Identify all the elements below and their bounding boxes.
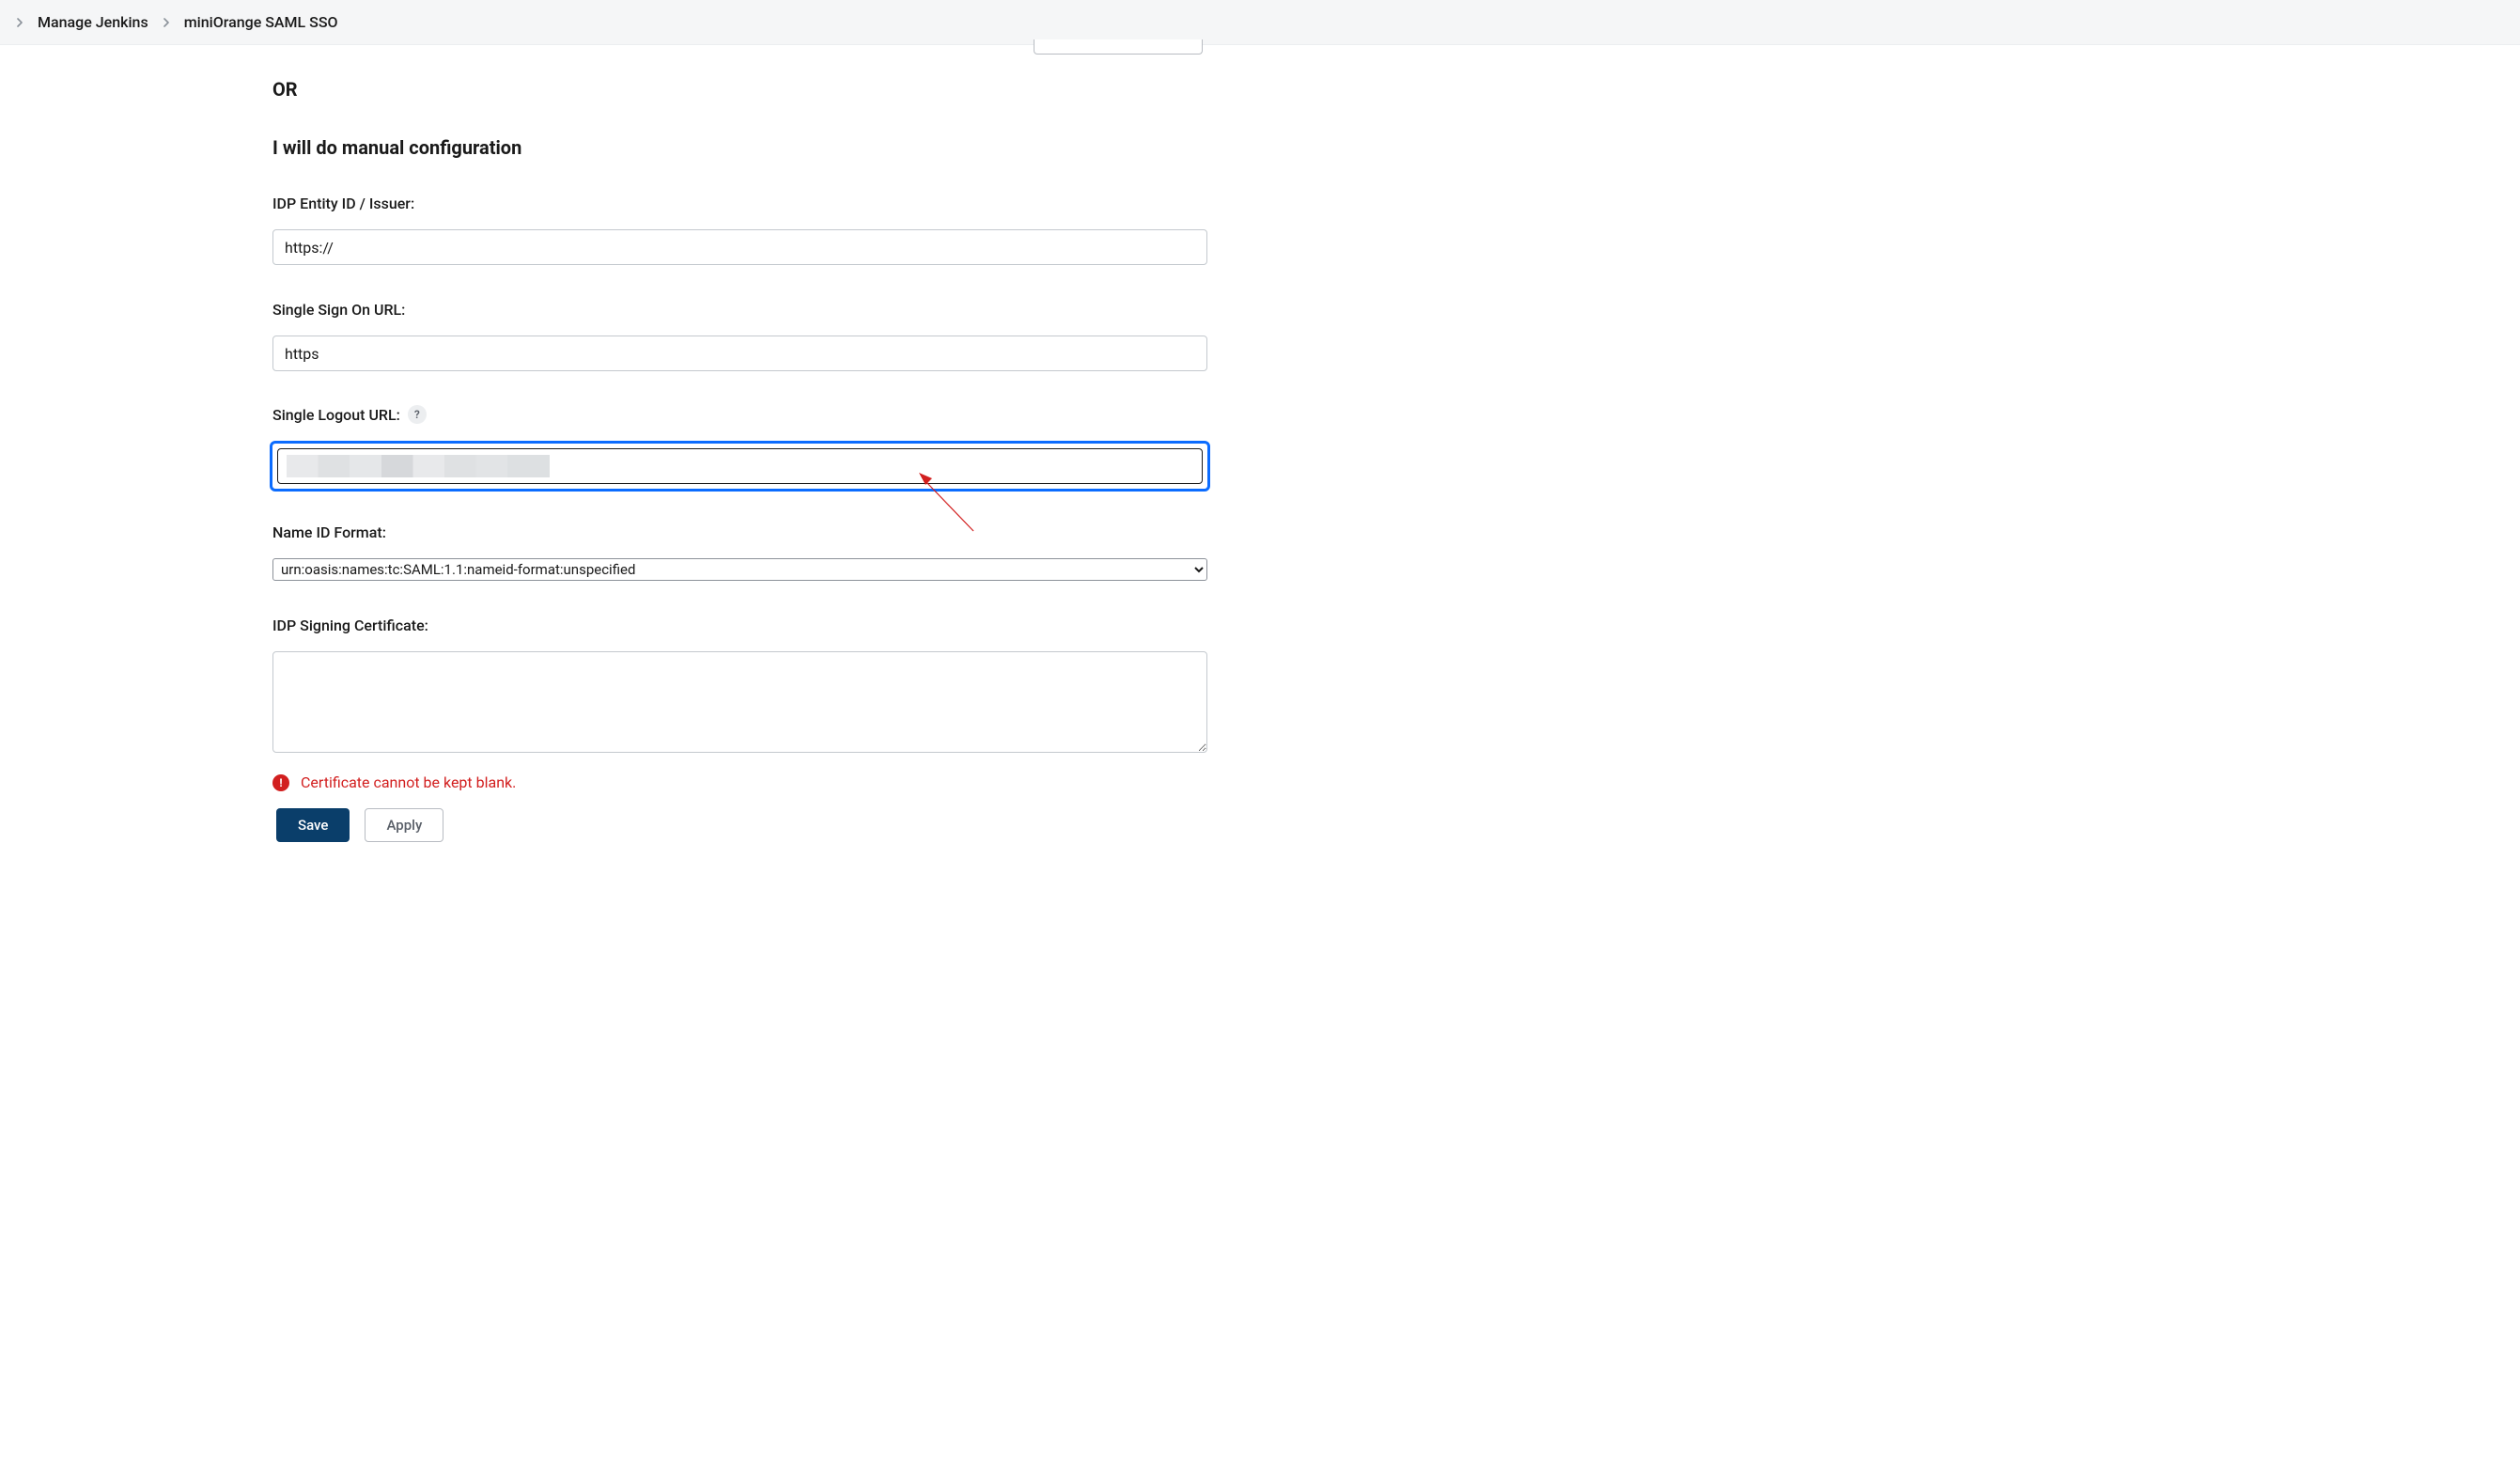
single-logout-url-label: Single Logout URL: ? (272, 405, 1214, 424)
certificate-error: ! Certificate cannot be kept blank. (272, 773, 1214, 791)
help-icon[interactable]: ? (408, 405, 427, 424)
single-sign-on-url-input[interactable] (272, 336, 1207, 371)
single-logout-url-input[interactable] (277, 448, 1203, 484)
save-button[interactable]: Save (276, 808, 350, 842)
name-id-format-select[interactable]: urn:oasis:names:tc:SAML:1.1:nameid-forma… (272, 558, 1207, 581)
apply-button[interactable]: Apply (365, 808, 443, 842)
single-logout-url-label-text: Single Logout URL: (272, 406, 400, 424)
breadcrumb-bar: Manage Jenkins miniOrange SAML SSO (0, 0, 2520, 45)
breadcrumb-miniorange-saml-sso[interactable]: miniOrange SAML SSO (177, 8, 346, 37)
chevron-right-icon (11, 14, 28, 31)
name-id-format-label: Name ID Format: (272, 523, 1214, 541)
idp-entity-id-input[interactable] (272, 229, 1207, 265)
form-button-row: Save Apply (272, 808, 1214, 842)
breadcrumb-manage-jenkins[interactable]: Manage Jenkins (30, 8, 156, 37)
idp-entity-id-label: IDP Entity ID / Issuer: (272, 195, 1214, 212)
section-manual-config-title: I will do manual configuration (272, 136, 1214, 159)
chevron-right-icon (158, 14, 175, 31)
idp-signing-certificate-textarea[interactable] (272, 651, 1207, 753)
error-icon: ! (272, 774, 289, 791)
section-or: OR (272, 78, 1214, 101)
single-logout-url-focus-ring (270, 441, 1210, 492)
certificate-error-text: Certificate cannot be kept blank. (301, 773, 516, 791)
idp-signing-certificate-label: IDP Signing Certificate: (272, 617, 1214, 634)
top-partial-button[interactable] (1034, 39, 1203, 55)
single-sign-on-url-label: Single Sign On URL: (272, 301, 1214, 319)
